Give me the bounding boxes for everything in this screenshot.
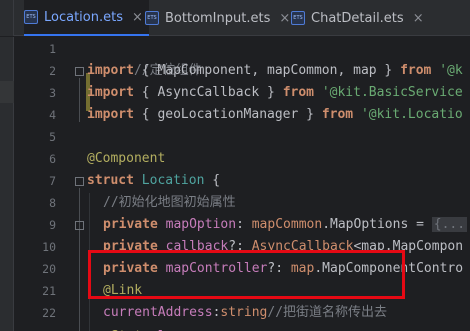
ets-file-icon: ETS xyxy=(24,10,38,24)
line-number: 20 xyxy=(42,262,56,276)
ets-file-icon: ETS xyxy=(145,11,159,25)
code-line-7: struct Location { xyxy=(87,173,221,188)
ets-file-icon: ETS xyxy=(291,11,305,25)
line-number: 3 xyxy=(49,86,56,100)
tab-location-ets[interactable]: ETS Location.ets × xyxy=(24,0,149,36)
annotation-highlight-box xyxy=(88,250,405,299)
code-line-3: import { AsyncCallback } from '@kit.Basi… xyxy=(87,85,463,100)
line-number: 10 xyxy=(42,240,56,254)
close-icon[interactable]: × xyxy=(413,11,424,26)
tab-bottominput-ets[interactable]: ETS BottomInput.ets × xyxy=(145,0,290,36)
code-line-1: //定位组件 xyxy=(133,63,202,78)
code-line-6: @Component xyxy=(87,151,166,166)
code-line-22-partial: @State loc xyxy=(103,326,181,331)
tool-window-strip xyxy=(0,0,14,36)
code-line-8: //初始化地图初始属性 xyxy=(103,195,236,210)
line-number: 21 xyxy=(42,284,56,298)
sidebar-selection xyxy=(0,81,14,103)
line-number: 8 xyxy=(49,196,56,210)
line-number: 7 xyxy=(49,174,56,188)
left-sidebar xyxy=(0,37,14,331)
fold-marker-icon[interactable] xyxy=(75,177,84,186)
fold-guide xyxy=(79,78,80,122)
editor-window: ETS Location.ets × ETS BottomInput.ets ×… xyxy=(0,0,470,331)
tab-label: ChatDetail.ets xyxy=(311,10,404,26)
code-line-21: currentAddress:string//把街道名称传出去 xyxy=(103,305,388,320)
code-line-4: import { geoLocationManager } from '@kit… xyxy=(87,107,463,122)
folded-code-icon[interactable]: {... xyxy=(431,217,468,232)
line-number: 9 xyxy=(49,218,56,232)
close-icon[interactable]: × xyxy=(279,11,290,26)
line-number: 1 xyxy=(49,42,56,56)
fold-marker-icon[interactable] xyxy=(75,67,84,76)
line-number: 5 xyxy=(49,130,56,144)
tab-label: Location.ets xyxy=(44,9,123,25)
editor-tab-bar: ETS Location.ets × ETS BottomInput.ets ×… xyxy=(0,0,470,36)
line-number: 6 xyxy=(49,152,56,166)
fold-expand-icon[interactable] xyxy=(75,221,84,230)
code-line-2: import { MapComponent, mapCommon, map } … xyxy=(87,63,463,78)
close-icon[interactable]: × xyxy=(132,10,143,25)
fold-guide xyxy=(79,188,80,331)
line-number: 22 xyxy=(42,306,56,320)
line-number: 4 xyxy=(49,108,56,122)
code-line-9: private mapOption: mapCommon.MapOptions … xyxy=(103,217,468,232)
tab-chatdetail-ets[interactable]: ETS ChatDetail.ets × xyxy=(291,0,424,36)
tab-label: BottomInput.ets xyxy=(165,10,271,26)
line-number: 2 xyxy=(49,64,56,78)
